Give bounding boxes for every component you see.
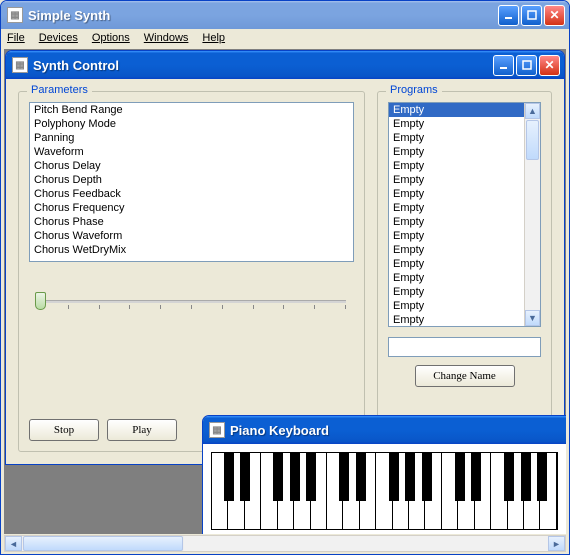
black-key[interactable] (471, 453, 481, 501)
synth-titlebar: ▦ Synth Control ✕ (6, 51, 564, 79)
menu-devices[interactable]: Devices (39, 32, 78, 44)
menu-windows[interactable]: Windows (144, 32, 189, 44)
change-name-button[interactable]: Change Name (415, 365, 515, 387)
main-titlebar: ▦ Simple Synth ✕ (1, 1, 569, 29)
programs-legend: Programs (386, 84, 442, 96)
black-key[interactable] (389, 453, 399, 501)
parameters-group: Parameters Pitch Bend RangePolyphony Mod… (18, 91, 365, 452)
program-item[interactable]: Empty (389, 187, 524, 201)
black-key[interactable] (521, 453, 531, 501)
parameter-item[interactable]: Chorus Depth (30, 173, 353, 187)
program-name-input[interactable] (388, 337, 541, 357)
black-key[interactable] (240, 453, 250, 501)
parameter-item[interactable]: Polyphony Mode (30, 117, 353, 131)
hscroll-thumb[interactable] (23, 536, 183, 551)
parameter-item[interactable]: Chorus WetDryMix (30, 243, 353, 257)
scroll-thumb[interactable] (526, 120, 539, 160)
parameter-item[interactable]: Pitch Bend Range (30, 103, 353, 117)
program-item[interactable]: Empty (389, 131, 524, 145)
program-item[interactable]: Empty (389, 299, 524, 313)
minimize-button[interactable] (498, 5, 519, 26)
stop-button[interactable]: Stop (29, 419, 99, 441)
program-item[interactable]: Empty (389, 103, 524, 117)
parameter-item[interactable]: Chorus Phase (30, 215, 353, 229)
program-item[interactable]: Empty (389, 243, 524, 257)
play-button[interactable]: Play (107, 419, 177, 441)
programs-group: Programs EmptyEmptyEmptyEmptyEmptyEmptyE… (377, 91, 552, 452)
program-item[interactable]: Empty (389, 271, 524, 285)
black-key[interactable] (290, 453, 300, 501)
app-icon: ▦ (7, 7, 23, 23)
parameter-item[interactable]: Waveform (30, 145, 353, 159)
black-key[interactable] (537, 453, 547, 501)
mdi-client-area: ▦ Synth Control ✕ Parameters Pitch Bend … (4, 49, 566, 534)
horizontal-scrollbar[interactable]: ◄ ► (4, 535, 566, 552)
black-key[interactable] (405, 453, 415, 501)
synth-window-title: Synth Control (33, 58, 493, 73)
black-key[interactable] (339, 453, 349, 501)
maximize-button[interactable] (521, 5, 542, 26)
scroll-left-icon[interactable]: ◄ (5, 536, 22, 551)
black-key[interactable] (356, 453, 366, 501)
scroll-right-icon[interactable]: ► (548, 536, 565, 551)
scroll-down-icon[interactable]: ▼ (525, 310, 540, 326)
black-key[interactable] (273, 453, 283, 501)
synth-window-icon: ▦ (12, 57, 28, 73)
program-item[interactable]: Empty (389, 117, 524, 131)
program-item[interactable]: Empty (389, 173, 524, 187)
piano-keyboard-window: ▦ Piano Keyboard (202, 415, 566, 534)
program-item[interactable]: Empty (389, 215, 524, 229)
menubar: File Devices Options Windows Help (1, 29, 569, 47)
piano-window-icon: ▦ (209, 422, 225, 438)
black-key[interactable] (306, 453, 316, 501)
program-item[interactable]: Empty (389, 201, 524, 215)
parameter-slider[interactable] (29, 290, 354, 322)
program-item[interactable]: Empty (389, 313, 524, 327)
program-item[interactable]: Empty (389, 145, 524, 159)
main-window-title: Simple Synth (28, 8, 498, 23)
piano-keyboard[interactable] (211, 452, 558, 530)
main-window: ▦ Simple Synth ✕ File Devices Options Wi… (0, 0, 570, 555)
synth-close-button[interactable]: ✕ (539, 55, 560, 76)
menu-file[interactable]: File (7, 32, 25, 44)
slider-thumb[interactable] (35, 292, 46, 310)
programs-scrollbar[interactable]: ▲ ▼ (524, 103, 540, 326)
piano-window-title: Piano Keyboard (230, 423, 562, 438)
programs-listbox[interactable]: EmptyEmptyEmptyEmptyEmptyEmptyEmptyEmpty… (388, 102, 541, 327)
program-item[interactable]: Empty (389, 229, 524, 243)
close-button[interactable]: ✕ (544, 5, 565, 26)
piano-titlebar: ▦ Piano Keyboard (203, 416, 566, 444)
program-item[interactable]: Empty (389, 257, 524, 271)
black-key[interactable] (422, 453, 432, 501)
parameters-listbox[interactable]: Pitch Bend RangePolyphony ModePanningWav… (29, 102, 354, 262)
parameter-item[interactable]: Chorus Frequency (30, 201, 353, 215)
synth-minimize-button[interactable] (493, 55, 514, 76)
parameters-legend: Parameters (27, 84, 92, 96)
black-key[interactable] (504, 453, 514, 501)
synth-control-window: ▦ Synth Control ✕ Parameters Pitch Bend … (5, 50, 565, 465)
scroll-up-icon[interactable]: ▲ (525, 103, 540, 119)
parameter-item[interactable]: Panning (30, 131, 353, 145)
menu-help[interactable]: Help (202, 32, 225, 44)
synth-maximize-button[interactable] (516, 55, 537, 76)
parameter-item[interactable]: Chorus Feedback (30, 187, 353, 201)
parameter-item[interactable]: Chorus Waveform (30, 229, 353, 243)
black-key[interactable] (455, 453, 465, 501)
black-key[interactable] (224, 453, 234, 501)
parameter-item[interactable]: Chorus Delay (30, 159, 353, 173)
program-item[interactable]: Empty (389, 159, 524, 173)
menu-options[interactable]: Options (92, 32, 130, 44)
program-item[interactable]: Empty (389, 285, 524, 299)
